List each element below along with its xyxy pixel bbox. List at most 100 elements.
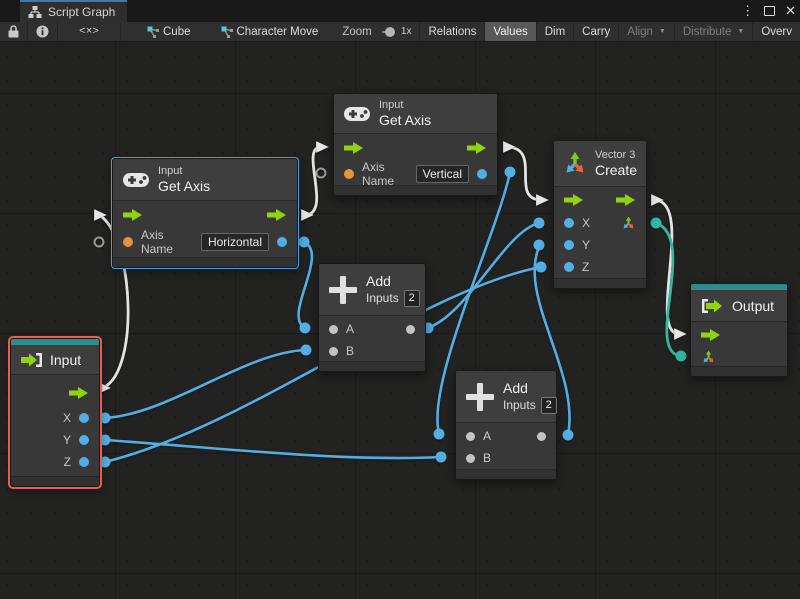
vector-endpoint-dot[interactable] [676, 351, 687, 362]
string-port-icon[interactable] [123, 237, 133, 247]
value-in-port-icon[interactable] [466, 432, 475, 441]
port-label: B [346, 344, 354, 358]
node-output[interactable]: Output [690, 283, 788, 377]
more-menu-icon[interactable]: ⋮ [741, 3, 754, 19]
graph-canvas[interactable]: Input Get Axis Axis Name Vertical [0, 42, 800, 599]
value-endpoint-dot[interactable] [536, 262, 547, 273]
value-in-port-icon[interactable] [564, 218, 574, 228]
zoom-value: 1x [401, 26, 412, 37]
graph-node-icon [147, 26, 159, 38]
wire-value-add1-to-vector3-x[interactable] [428, 223, 539, 328]
flow-endpoint-arrow[interactable] [503, 141, 516, 153]
gamepad-icon [344, 106, 370, 122]
button-overview[interactable]: Overv [753, 22, 800, 42]
flow-out-port-icon[interactable] [267, 209, 287, 221]
port-label: B [483, 451, 491, 465]
flow-in-port-icon[interactable] [123, 209, 143, 221]
zoom-slider-handle[interactable] [385, 27, 395, 37]
flow-endpoint-arrow[interactable] [651, 194, 664, 206]
node-subtitle: Input [379, 99, 431, 112]
flow-in-port-icon[interactable] [564, 194, 584, 206]
value-endpoint-dot[interactable] [436, 452, 447, 463]
value-endpoint-dot[interactable] [534, 240, 545, 251]
axis-name-field[interactable]: Horizontal [201, 233, 269, 251]
value-endpoint-dot[interactable] [300, 323, 311, 334]
value-endpoint-dot[interactable] [434, 429, 445, 440]
info-icon [36, 25, 49, 38]
value-endpoint-dot[interactable] [505, 167, 516, 178]
maximize-icon[interactable] [764, 6, 775, 16]
value-in-port-icon[interactable] [329, 325, 338, 334]
lock-icon [8, 25, 19, 38]
port-label: X [63, 411, 71, 425]
value-in-port-icon[interactable] [329, 347, 338, 356]
value-endpoint-dot[interactable] [534, 218, 545, 229]
value-out-port-icon[interactable] [406, 325, 415, 334]
info-button[interactable] [28, 22, 57, 42]
value-in-port-icon[interactable] [466, 454, 475, 463]
value-out-port-icon[interactable] [277, 237, 287, 247]
value-endpoint-dot[interactable] [299, 237, 310, 248]
breadcrumb-graph-cube[interactable]: Cube [139, 22, 199, 42]
unconnected-port-ring[interactable] [95, 238, 104, 247]
node-add-2[interactable]: Add Inputs 2 A B [455, 370, 557, 480]
close-icon[interactable]: ✕ [785, 3, 796, 19]
toggle-carry[interactable]: Carry [574, 22, 618, 42]
axis-name-field[interactable]: Vertical [416, 165, 469, 183]
port-label: A [346, 322, 354, 336]
dropdown-align[interactable]: Align ▼ [619, 22, 674, 42]
flow-out-port-icon[interactable] [467, 142, 487, 154]
toggle-values[interactable]: Values [485, 22, 535, 42]
value-endpoint-dot[interactable] [301, 345, 312, 356]
wire-value-input-x-to-add1-b[interactable] [105, 350, 306, 418]
vector3-out-port-icon[interactable] [621, 216, 636, 231]
wire-value-horizontal-to-add1-a[interactable] [299, 242, 312, 328]
flow-endpoint-arrow[interactable] [316, 141, 329, 153]
flow-endpoint-arrow[interactable] [536, 194, 549, 206]
node-add-1[interactable]: Add Inputs 2 A B [318, 263, 426, 372]
node-get-axis-horizontal[interactable]: Input Get Axis Axis Name Horizontal [112, 158, 298, 268]
inputs-count-field[interactable]: 2 [404, 290, 420, 307]
wire-flow-getaxis-horizontal-to-getaxis-vertical[interactable] [306, 147, 320, 215]
script-graph-window: Script Graph ⋮ ✕ <×> [0, 0, 800, 599]
value-out-port-icon[interactable] [79, 457, 89, 467]
breadcrumb-label: Cube [163, 26, 191, 38]
value-in-port-icon[interactable] [564, 240, 574, 250]
value-endpoint-dot[interactable] [100, 457, 111, 468]
node-vector3-create[interactable]: Vector 3 Create X Y [553, 140, 647, 289]
flow-in-port-icon[interactable] [344, 142, 364, 154]
value-endpoint-dot[interactable] [100, 435, 111, 446]
value-in-port-icon[interactable] [564, 262, 574, 272]
vector-endpoint-dot[interactable] [651, 218, 662, 229]
wire-value-input-y-to-add2-b[interactable] [105, 440, 441, 458]
flow-out-port-icon[interactable] [69, 387, 89, 399]
toggle-dim[interactable]: Dim [537, 22, 573, 42]
node-input[interactable]: Input X Y Z [10, 338, 100, 487]
flow-out-port-icon[interactable] [616, 194, 636, 206]
chevron-down-icon: ▼ [737, 28, 744, 35]
value-endpoint-dot[interactable] [563, 430, 574, 441]
unconnected-port-ring[interactable] [317, 169, 326, 178]
node-get-axis-vertical[interactable]: Input Get Axis Axis Name Vertical [333, 93, 498, 196]
string-port-icon[interactable] [344, 169, 354, 179]
value-out-port-icon[interactable] [537, 432, 546, 441]
inputs-count-field[interactable]: 2 [541, 397, 557, 414]
code-view-button[interactable]: <×> [58, 22, 120, 42]
vector3-in-port-icon[interactable] [701, 350, 716, 365]
tab-script-graph[interactable]: Script Graph [20, 0, 127, 22]
node-title: Add [366, 273, 420, 289]
value-out-port-icon[interactable] [79, 435, 89, 445]
flow-endpoint-arrow[interactable] [674, 328, 687, 340]
zoom-slider[interactable] [382, 31, 393, 33]
lock-button[interactable] [0, 22, 27, 42]
port-label: Y [582, 238, 590, 252]
value-out-port-icon[interactable] [79, 413, 89, 423]
node-footer [334, 185, 497, 195]
dropdown-distribute[interactable]: Distribute ▼ [675, 22, 753, 42]
toggle-label: Values [493, 26, 527, 38]
breadcrumb-graph-character-move[interactable]: Character Move [213, 22, 327, 42]
value-out-port-icon[interactable] [477, 169, 487, 179]
value-endpoint-dot[interactable] [100, 413, 111, 424]
flow-in-port-icon[interactable] [701, 329, 721, 341]
toggle-relations[interactable]: Relations [420, 22, 484, 42]
